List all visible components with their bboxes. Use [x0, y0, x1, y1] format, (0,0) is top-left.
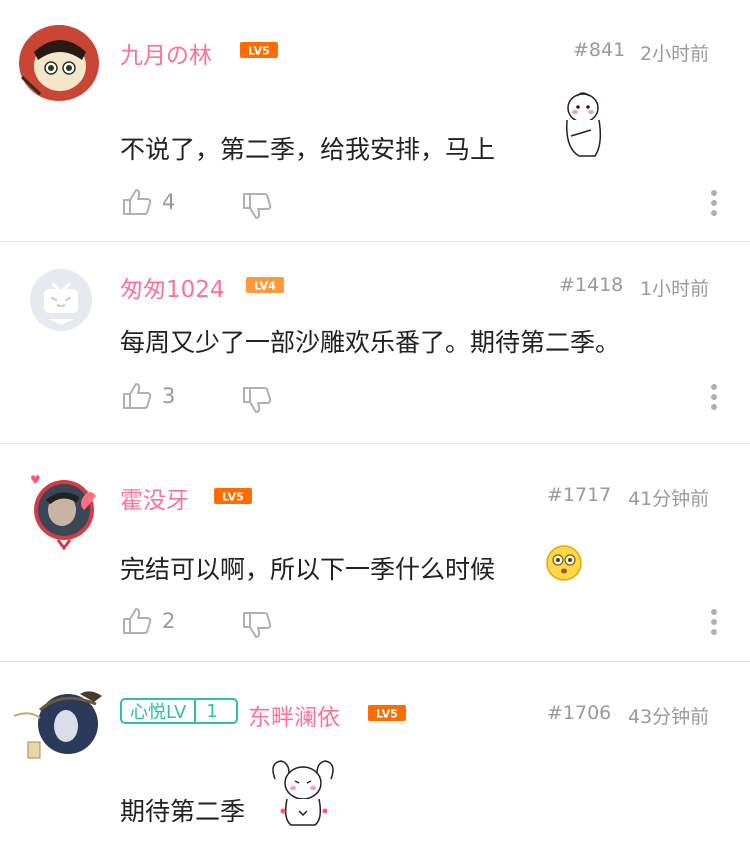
timestamp: 2小时前 [640, 43, 710, 65]
level-badge: LV5 [240, 42, 278, 58]
like-icon[interactable] [122, 607, 152, 635]
floor-number: #1706 [547, 702, 612, 724]
like-count: 3 [162, 384, 176, 408]
floor-number: #1418 [559, 274, 624, 296]
more-icon[interactable] [710, 383, 718, 411]
svg-text:LV5: LV5 [248, 45, 270, 58]
comment-text: 期待第二季 [120, 797, 246, 826]
avatar-image [13, 691, 102, 759]
fan-medal-badge[interactable]: 心悦LV 1 [120, 698, 238, 724]
timestamp: 43分钟前 [628, 706, 710, 728]
floor-number: #841 [573, 39, 626, 61]
svg-text:♥: ♥ [30, 473, 41, 487]
comment-text: 完结可以啊，所以下一季什么时候 [120, 555, 496, 584]
dislike-icon[interactable] [242, 386, 272, 414]
sticker-icon [566, 92, 602, 157]
svg-text:LV5: LV5 [222, 491, 244, 504]
username[interactable]: 霍没牙 [120, 481, 189, 515]
username[interactable]: 九月の林 [120, 36, 212, 70]
level-badge: LV4 [246, 277, 284, 293]
level-badge: LV5 [368, 705, 406, 721]
fan-medal-name: 心悦LV [122, 700, 197, 723]
avatar-image [19, 25, 99, 101]
avatar-image: ♥ [30, 473, 96, 551]
username[interactable]: 东畔澜依 [248, 698, 340, 732]
username[interactable]: 匆匆1024 [120, 270, 225, 304]
divider [0, 443, 750, 444]
avatar[interactable]: ♥ [22, 466, 106, 554]
like-icon[interactable] [122, 382, 152, 410]
timestamp: 1小时前 [640, 278, 710, 300]
like-count: 2 [162, 609, 176, 633]
divider [0, 241, 750, 242]
svg-text:LV4: LV4 [254, 280, 276, 293]
comment-text: 不说了，第二季，给我安排，马上 [120, 135, 496, 164]
avatar[interactable] [30, 269, 92, 331]
timestamp: 41分钟前 [628, 488, 710, 510]
dislike-icon[interactable] [242, 611, 272, 639]
emoji-icon [546, 545, 582, 581]
more-icon[interactable] [710, 608, 718, 636]
fan-medal-level: 1 [206, 700, 218, 722]
default-avatar-icon [44, 282, 78, 325]
dislike-icon[interactable] [242, 192, 272, 220]
divider [0, 661, 750, 662]
like-icon[interactable] [122, 188, 152, 216]
comment-text: 每周又少了一部沙雕欢乐番了。期待第二季。 [120, 328, 621, 357]
avatar[interactable] [10, 680, 112, 764]
like-count: 4 [162, 190, 176, 214]
level-badge: LV5 [214, 488, 252, 504]
svg-text:LV5: LV5 [376, 708, 398, 721]
sticker-icon [272, 760, 334, 826]
more-icon[interactable] [710, 189, 718, 217]
avatar[interactable] [12, 22, 106, 104]
floor-number: #1717 [547, 484, 612, 506]
